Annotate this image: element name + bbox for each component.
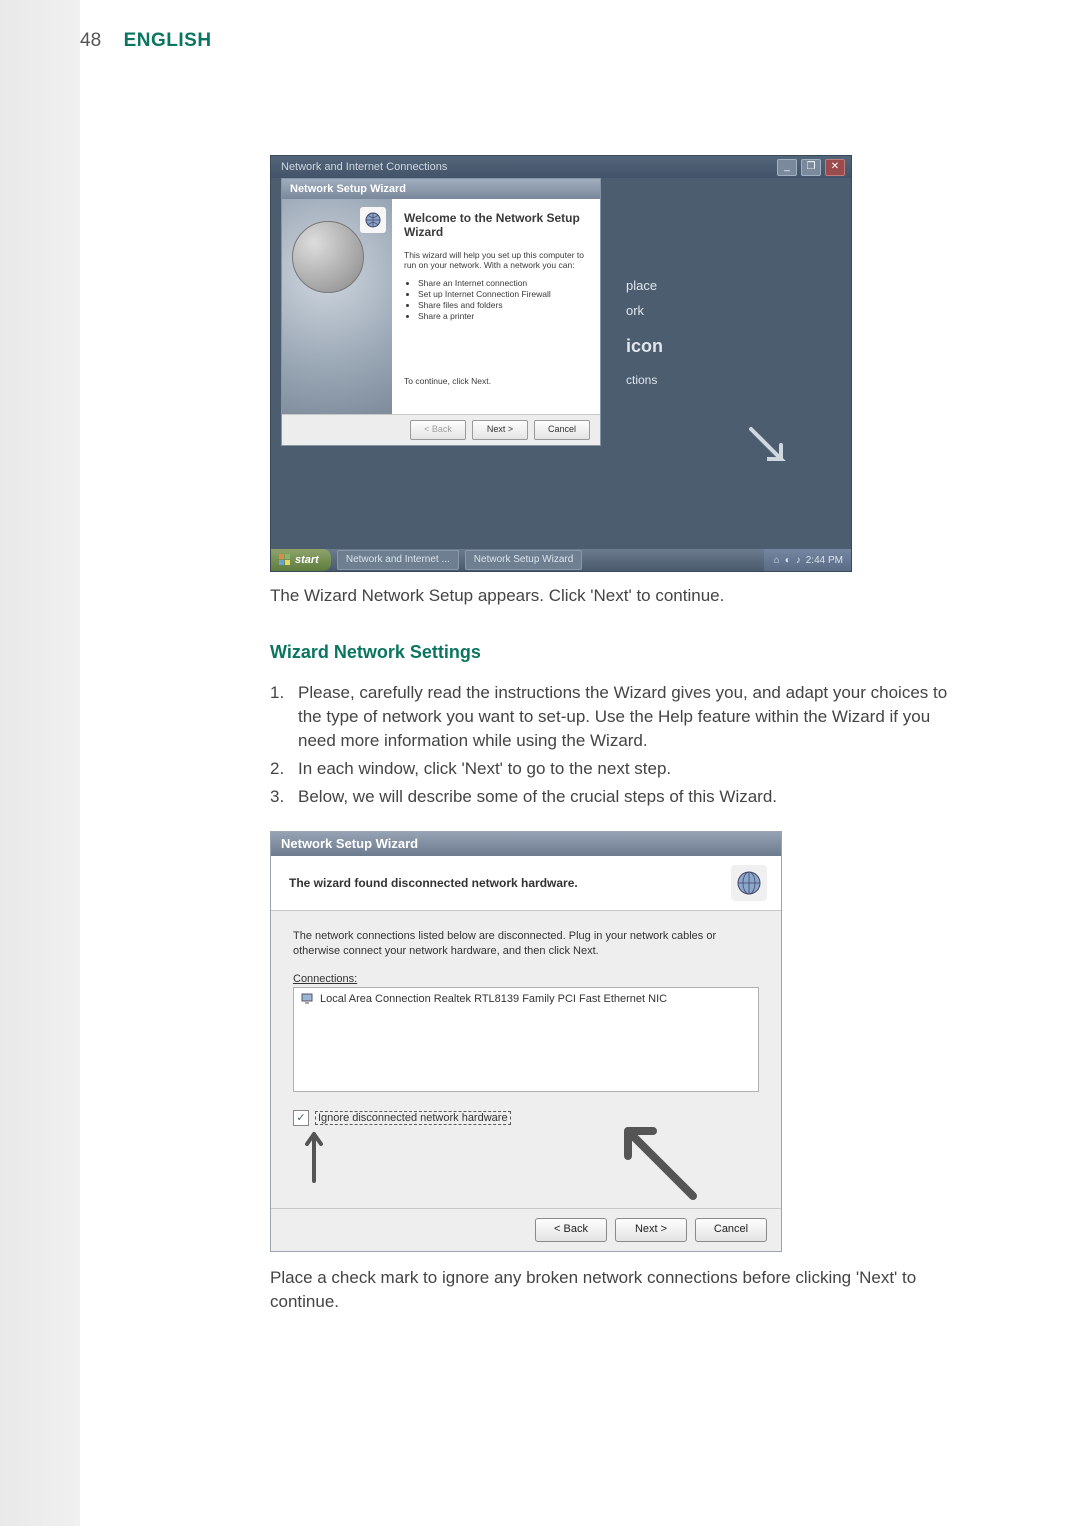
close-button[interactable]: ✕ — [825, 159, 845, 176]
ignore-checkbox-label: Ignore disconnected network hardware — [315, 1111, 511, 1125]
connection-item[interactable]: Local Area Connection Realtek RTL8139 Fa… — [300, 992, 752, 1006]
connections-label: Connections: — [293, 973, 759, 985]
wizard-body: Welcome to the Network Setup Wizard This… — [282, 199, 600, 414]
wizard-welcome-title: Welcome to the Network Setup Wizard — [404, 211, 588, 240]
network-globe-icon — [731, 865, 767, 901]
start-label: start — [295, 554, 319, 566]
list-item: 1. Please, carefully read the instructio… — [270, 681, 970, 753]
bg-label-1: place — [626, 278, 851, 293]
sidebar-accent — [0, 0, 80, 1526]
wizard-continue-text: To continue, click Next. — [404, 376, 588, 386]
page: 48 ENGLISH Network and Internet Connecti… — [0, 0, 1080, 1526]
wizard-intro-text: This wizard will help you set up this co… — [404, 250, 588, 270]
list-number: 2. — [270, 757, 298, 781]
network-globe-icon — [360, 207, 386, 233]
window-buttons: _ ❐ ✕ — [777, 156, 851, 178]
connection-text: Local Area Connection Realtek RTL8139 Fa… — [320, 993, 667, 1005]
list-text: Please, carefully read the instructions … — [298, 681, 970, 753]
wizard-bullet: Share an Internet connection — [418, 278, 588, 288]
arrow-up-icon — [299, 1126, 329, 1186]
wizard2-header: The wizard found disconnected network ha… — [271, 856, 781, 911]
taskbar: start Network and Internet ... Network S… — [271, 549, 851, 571]
content: Network and Internet Connections _ ❐ ✕ p… — [270, 155, 970, 1314]
next-button[interactable]: Next > — [615, 1218, 687, 1242]
screenshot-wizard-step: Network Setup Wizard The wizard found di… — [270, 831, 782, 1252]
list-text: In each window, click 'Next' to go to th… — [298, 757, 671, 781]
wizard-dialog: Network Setup Wizard Welcome to the Netw… — [281, 178, 601, 446]
caption-1: The Wizard Network Setup appears. Click … — [270, 584, 970, 608]
background-labels: place ork icon ctions — [611, 178, 851, 549]
page-number: 48 — [80, 30, 101, 52]
back-button[interactable]: < Back — [410, 420, 466, 440]
cancel-button[interactable]: Cancel — [695, 1218, 767, 1242]
section-heading: Wizard Network Settings — [270, 642, 970, 663]
bg-label-4: ctions — [626, 373, 851, 387]
windows-logo-icon — [279, 554, 291, 566]
next-button[interactable]: Next > — [472, 420, 528, 440]
annotation-arrows — [293, 1126, 759, 1196]
bg-label-2: ork — [626, 303, 851, 318]
caption-2: Place a check mark to ignore any broken … — [270, 1266, 970, 1314]
list-number: 3. — [270, 785, 298, 809]
wizard2-body: The network connections listed below are… — [271, 911, 781, 1208]
connections-listbox[interactable]: Local Area Connection Realtek RTL8139 Fa… — [293, 987, 759, 1092]
list-item: 2. In each window, click 'Next' to go to… — [270, 757, 970, 781]
globe-art-icon — [292, 221, 364, 293]
back-button[interactable]: < Back — [535, 1218, 607, 1242]
tray-clock: 2:44 PM — [806, 555, 843, 566]
wizard-text-area: Welcome to the Network Setup Wizard This… — [392, 199, 600, 414]
wizard2-heading: The wizard found disconnected network ha… — [289, 876, 578, 890]
wizard-sidebar-art — [282, 199, 392, 414]
list-text: Below, we will describe some of the cruc… — [298, 785, 777, 809]
list-number: 1. — [270, 681, 298, 753]
minimize-button[interactable]: _ — [777, 159, 797, 176]
wizard-bullet: Share files and folders — [418, 300, 588, 310]
window-title: Network and Internet Connections — [281, 156, 447, 178]
arrow-diag-icon — [613, 1116, 703, 1206]
list-item: 3. Below, we will describe some of the c… — [270, 785, 970, 809]
wizard2-description: The network connections listed below are… — [293, 929, 759, 959]
maximize-button[interactable]: ❐ — [801, 159, 821, 176]
wizard2-titlebar: Network Setup Wizard — [271, 832, 781, 856]
page-title: ENGLISH — [124, 30, 212, 52]
page-header: 48 ENGLISH — [80, 30, 212, 52]
wizard-bullet: Set up Internet Connection Firewall — [418, 289, 588, 299]
system-tray: ⌂ ◐ ♪ 2:44 PM — [764, 549, 851, 571]
numbered-list: 1. Please, carefully read the instructio… — [270, 681, 970, 810]
cancel-button[interactable]: Cancel — [534, 420, 590, 440]
screenshot-network-connections: Network and Internet Connections _ ❐ ✕ p… — [270, 155, 852, 572]
taskbar-item[interactable]: Network and Internet ... — [337, 550, 459, 570]
wizard-bullet-list: Share an Internet connection Set up Inte… — [404, 278, 588, 321]
tray-icon: ♪ — [796, 555, 801, 566]
ignore-checkbox[interactable] — [293, 1110, 309, 1126]
window-titlebar: Network and Internet Connections _ ❐ ✕ — [271, 156, 851, 178]
start-button[interactable]: start — [271, 549, 331, 571]
taskbar-item[interactable]: Network Setup Wizard — [465, 550, 582, 570]
arrow-icon — [741, 419, 801, 479]
wizard-bullet: Share a printer — [418, 311, 588, 321]
lan-icon — [300, 992, 314, 1006]
bg-label-icon: icon — [626, 336, 851, 357]
wizard-titlebar: Network Setup Wizard — [282, 179, 600, 199]
wizard-button-row: < Back Next > Cancel — [282, 414, 600, 445]
tray-icon: ⌂ — [774, 555, 780, 566]
tray-icon: ◐ — [785, 555, 791, 566]
wizard2-button-row: < Back Next > Cancel — [271, 1208, 781, 1251]
